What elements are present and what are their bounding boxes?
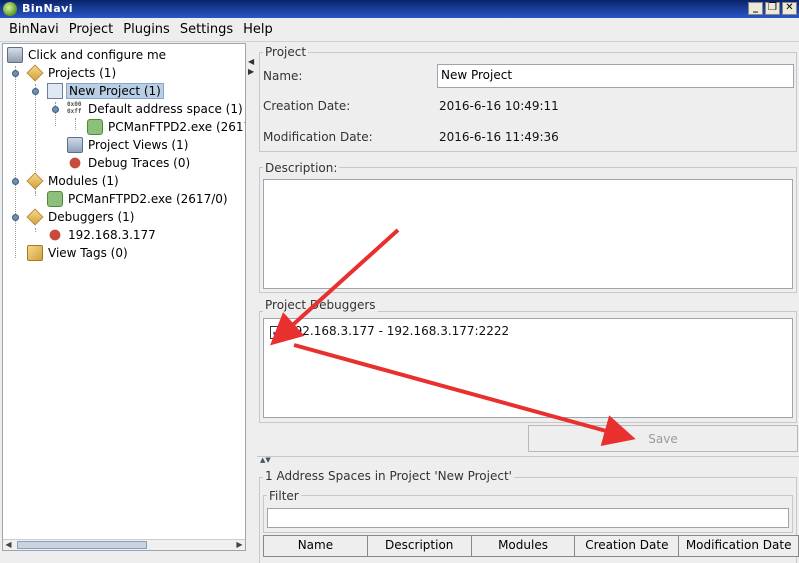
column-modules[interactable]: Modules [471, 536, 576, 557]
scroll-left-icon[interactable]: ◀ [3, 540, 14, 550]
scroll-right-icon[interactable]: ▶ [234, 540, 245, 550]
column-creation-date[interactable]: Creation Date [575, 536, 680, 557]
tree-expander[interactable] [52, 106, 59, 113]
puzzle-icon [87, 119, 103, 135]
menu-help[interactable]: Help [238, 22, 278, 37]
bug-icon [67, 155, 83, 171]
tree-expander[interactable] [12, 214, 19, 221]
creation-date-value: 2016-6-16 10:49:11 [439, 99, 559, 113]
close-button[interactable]: ✕ [782, 2, 797, 15]
modification-date-label: Modification Date: [263, 130, 373, 144]
tree-item-project-views[interactable]: Project Views (1) [67, 136, 190, 154]
collapse-left-icon[interactable]: ◀ [248, 57, 254, 66]
horizontal-splitter[interactable]: ▲▼ [257, 456, 799, 465]
project-icon [47, 83, 63, 99]
restore-button[interactable]: ❐ [765, 2, 780, 15]
tree-item-debuggers[interactable]: Debuggers (1) [26, 208, 136, 226]
name-label: Name: [263, 69, 303, 83]
description-title: Description: [263, 161, 340, 175]
address-spaces-title: 1 Address Spaces in Project 'New Project… [263, 469, 514, 483]
tree-item-new-project[interactable]: New Project (1) [47, 82, 164, 100]
tree-expander[interactable] [12, 70, 19, 77]
save-button[interactable]: Save [528, 425, 798, 452]
menu-bar: BinNavi Project Plugins Settings Help [0, 18, 799, 42]
tree-expander[interactable] [32, 88, 39, 95]
tree-item-debugger-ip[interactable]: 192.168.3.177 [47, 226, 158, 244]
menu-settings[interactable]: Settings [175, 22, 238, 37]
description-textarea[interactable] [263, 179, 793, 289]
scrollbar-thumb[interactable] [17, 541, 147, 549]
project-details-panel: Project Name: New Project Creation Date:… [257, 43, 799, 563]
debugger-entry-label: 192.168.3.177 - 192.168.3.177:2222 [287, 324, 510, 338]
tree-item-projects[interactable]: Projects (1) [26, 64, 118, 82]
filter-input[interactable] [267, 508, 789, 528]
column-modification-date[interactable]: Modification Date [679, 536, 799, 557]
debuggers-icon [26, 208, 44, 226]
address-spaces-table-header: Name Description Modules Creation Date M… [263, 535, 799, 557]
creation-date-label: Creation Date: [263, 99, 351, 113]
tree-expander[interactable] [12, 178, 19, 185]
bug-icon [47, 227, 63, 243]
project-tree[interactable]: Click and configure me Projects (1) New … [2, 43, 246, 551]
menu-project[interactable]: Project [64, 22, 118, 37]
tree-horizontal-scrollbar[interactable]: ◀ ▶ [3, 539, 245, 550]
tree-line [35, 228, 36, 232]
tree-item-view-tags[interactable]: View Tags (0) [27, 244, 130, 262]
vertical-splitter[interactable]: ◀ ▶ [247, 43, 256, 563]
minimize-button[interactable]: _ [748, 2, 763, 15]
projects-icon [26, 64, 44, 82]
filter-title: Filter [267, 489, 301, 503]
collapse-right-icon[interactable]: ▶ [248, 67, 254, 76]
collapse-up-icon[interactable]: ▲▼ [260, 456, 271, 464]
modification-date-value: 2016-6-16 11:49:36 [439, 130, 559, 144]
tree-item-module-pcmanftpd2-global[interactable]: PCManFTPD2.exe (2617/0) [47, 190, 230, 208]
debugger-checkbox[interactable]: ✔ [270, 326, 283, 339]
project-debuggers-title: Project Debuggers [263, 298, 378, 312]
binnavi-logo-icon [3, 2, 17, 16]
tree-item-module-pcmanftpd2[interactable]: PCManFTPD2.exe (2617/ [87, 118, 245, 136]
tree-item-default-address-space[interactable]: 0x00 0xff Default address space (1) [67, 100, 245, 118]
tree-line [15, 66, 16, 258]
title-bar: BinNavi _ ❐ ✕ [0, 0, 799, 18]
menu-binnavi[interactable]: BinNavi [4, 22, 64, 37]
tree-line [75, 118, 76, 130]
tree-item-root[interactable]: Click and configure me [7, 46, 168, 64]
address-space-icon: 0x00 0xff [67, 101, 82, 115]
tag-icon [27, 245, 43, 261]
project-group-title: Project [263, 45, 309, 59]
column-name[interactable]: Name [264, 536, 368, 557]
column-description[interactable]: Description [367, 536, 472, 557]
menu-plugins[interactable]: Plugins [118, 22, 175, 37]
puzzle-icon [47, 191, 63, 207]
tree-item-debug-traces[interactable]: Debug Traces (0) [67, 154, 192, 172]
project-name-input[interactable]: New Project [437, 64, 794, 88]
modules-icon [26, 172, 44, 190]
window-title: BinNavi [22, 2, 74, 15]
views-icon [67, 137, 83, 153]
database-icon [7, 47, 23, 63]
tree-line [35, 192, 36, 196]
tree-item-modules[interactable]: Modules (1) [26, 172, 121, 190]
